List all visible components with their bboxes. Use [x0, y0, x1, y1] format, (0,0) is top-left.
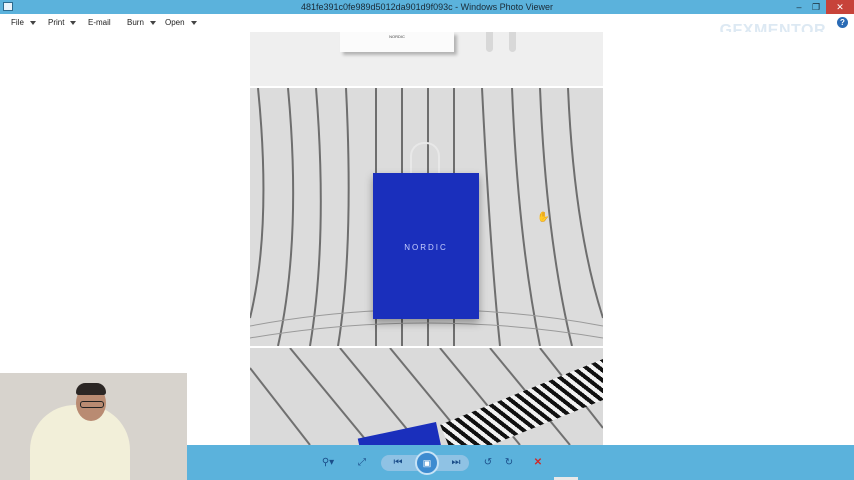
- menu-print[interactable]: Print: [48, 18, 77, 28]
- business-card: NORDIC: [340, 32, 454, 52]
- bottom-toolbar: ⚲▾ ⤢ ⏮ ▣ ⏭ ↺ ↻ ✕: [187, 445, 854, 480]
- actual-size-icon[interactable]: ⤢: [355, 454, 369, 472]
- rotate-right-icon[interactable]: ↻: [502, 454, 516, 472]
- menu-print-label: Print: [48, 18, 65, 27]
- presenter-hair: [76, 383, 106, 395]
- photo-panel-bottom: [250, 348, 603, 445]
- photo-panel-top: NORDIC: [250, 32, 603, 86]
- menu-email-label: E-mail: [88, 18, 111, 27]
- delete-icon[interactable]: ✕: [531, 454, 545, 472]
- title-bar: 481fe391c0fe989d5012da901d9f093c - Windo…: [0, 0, 854, 14]
- previous-icon[interactable]: ⏮: [391, 454, 405, 472]
- cup-shape: [509, 32, 516, 52]
- shopping-bag: NORDIC: [373, 173, 479, 319]
- slideshow-icon[interactable]: ▣: [415, 451, 439, 475]
- cup-shape: [486, 32, 493, 52]
- chevron-down-icon: [190, 20, 197, 25]
- menu-burn[interactable]: Burn: [127, 18, 156, 28]
- menu-email[interactable]: E-mail: [88, 18, 111, 28]
- zoom-icon[interactable]: ⚲▾: [317, 454, 339, 472]
- window-title: 481fe391c0fe989d5012da901d9f093c - Windo…: [300, 2, 554, 12]
- chevron-down-icon: [70, 20, 77, 25]
- next-icon[interactable]: ⏭: [449, 454, 463, 472]
- close-button[interactable]: ✕: [826, 0, 854, 14]
- hand-cursor-icon: ✋: [537, 212, 550, 223]
- presenter-glasses: [80, 401, 104, 408]
- photo-panel-bag: NORDIC ✋: [250, 88, 603, 346]
- help-icon[interactable]: ?: [837, 17, 848, 28]
- restore-button[interactable]: ❐: [805, 0, 827, 14]
- menu-burn-label: Burn: [127, 18, 144, 27]
- chevron-down-icon: [149, 20, 156, 25]
- card-brand-text: NORDIC: [389, 34, 405, 39]
- menu-open-label: Open: [165, 18, 185, 27]
- webcam-overlay: [0, 373, 187, 480]
- menu-file-label: File: [11, 18, 24, 27]
- rotate-left-icon[interactable]: ↺: [481, 454, 495, 472]
- menu-open[interactable]: Open: [165, 18, 197, 28]
- chevron-down-icon: [29, 20, 36, 25]
- bag-brand-text: NORDIC: [404, 243, 448, 252]
- menu-file[interactable]: File: [11, 18, 36, 28]
